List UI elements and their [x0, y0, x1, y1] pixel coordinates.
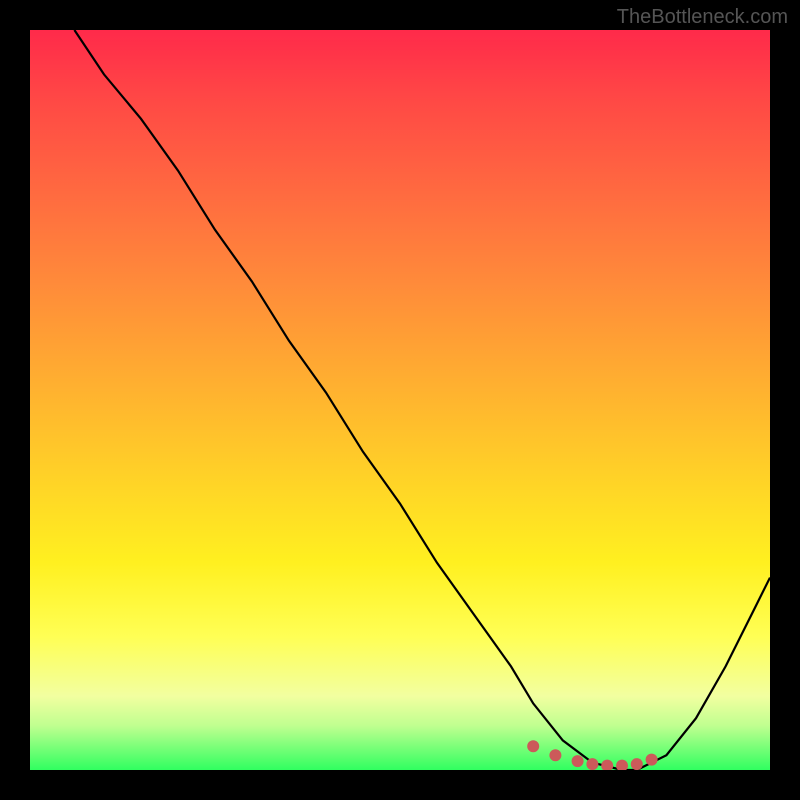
highlight-dot: [549, 749, 561, 761]
highlight-dot: [527, 740, 539, 752]
chart-svg: [30, 30, 770, 770]
highlight-dot: [646, 754, 658, 766]
plot-area: [30, 30, 770, 770]
bottleneck-curve-path: [74, 30, 770, 770]
highlight-dot: [601, 760, 613, 770]
optimal-range-dots: [527, 740, 657, 770]
highlight-dot: [631, 758, 643, 770]
chart-container: TheBottleneck.com: [0, 0, 800, 800]
watermark-text: TheBottleneck.com: [617, 6, 788, 29]
highlight-dot: [586, 758, 598, 770]
highlight-dot: [616, 760, 628, 770]
highlight-dot: [572, 755, 584, 767]
